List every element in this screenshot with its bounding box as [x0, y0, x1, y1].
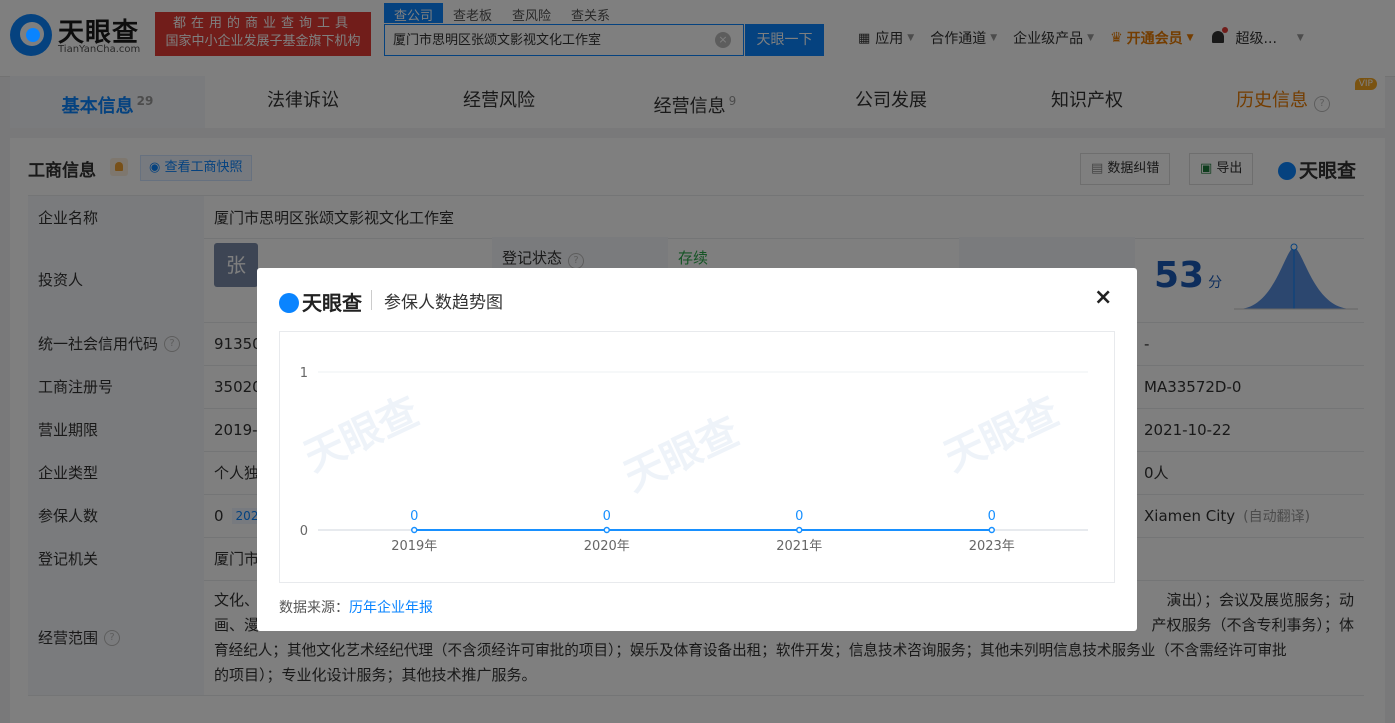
data-label: 0	[795, 509, 803, 524]
data-point	[411, 526, 418, 534]
x-tick-label: 2021年	[776, 539, 822, 554]
data-source: 数据来源：历年企业年报	[279, 597, 433, 617]
divider	[371, 290, 372, 310]
chart-container: 天眼查 天眼查 天眼查 0 1 0 2019年 0 2020年 0 2021年 0 2023年	[279, 331, 1115, 583]
modal-title: 参保人数趋势图	[384, 293, 503, 313]
insured-trend-modal: 天眼查 参保人数趋势图 × 天眼查 天眼查 天眼查 0 1 0 2019年 0 2020年…	[257, 268, 1137, 631]
x-tick-label: 2020年	[584, 539, 630, 554]
data-label: 0	[988, 509, 996, 524]
x-tick-label: 2023年	[969, 539, 1015, 554]
data-label: 0	[603, 509, 611, 524]
y-tick-label: 1	[300, 366, 308, 381]
trend-chart: 0 1 0 2019年 0 2020年 0 2021年 0 2023年	[300, 366, 1088, 554]
data-label: 0	[410, 509, 418, 524]
data-point	[796, 526, 803, 534]
logo-icon	[279, 293, 299, 313]
modal-logo: 天眼查	[279, 287, 362, 316]
x-tick-label: 2019年	[391, 539, 437, 554]
source-link[interactable]: 历年企业年报	[349, 600, 433, 616]
modal-brand: 天眼查	[302, 291, 362, 315]
y-tick-label: 0	[300, 524, 308, 539]
source-label: 数据来源：	[279, 600, 349, 616]
data-point	[988, 526, 995, 534]
page: 天眼查 TianYanCha.com 都在用的商业查询工具 国家中小企业发展子基…	[0, 0, 1395, 723]
close-icon[interactable]: ×	[1094, 285, 1112, 310]
data-point	[603, 526, 610, 534]
